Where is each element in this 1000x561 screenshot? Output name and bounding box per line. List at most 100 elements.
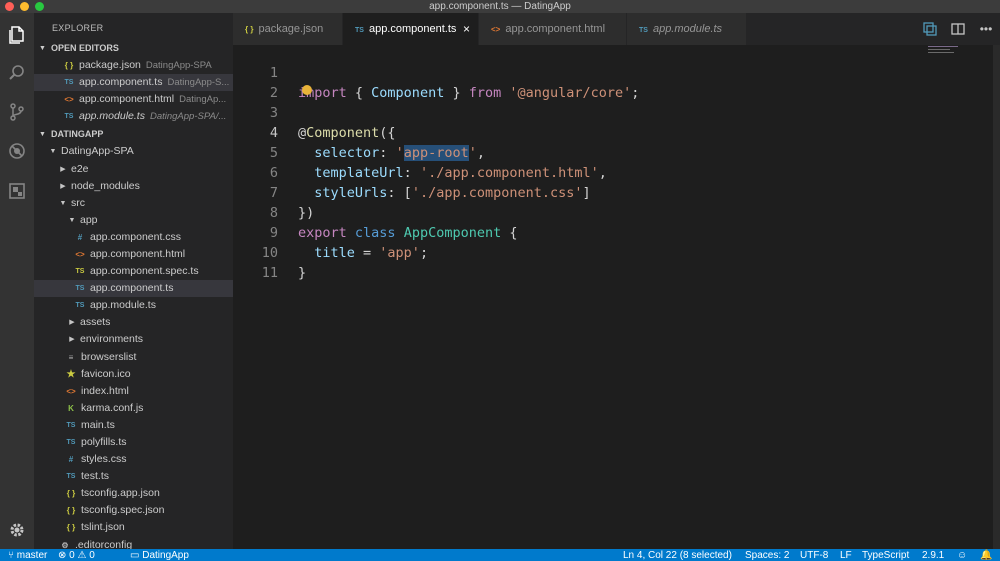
tab-app-component-ts[interactable]: TS app.component.ts × [343, 13, 479, 45]
tree-folder-node-modules[interactable]: ▶ node_modules [34, 178, 233, 195]
css-file-icon: # [68, 455, 74, 465]
json-file-icon: { } [66, 506, 76, 516]
debug-icon[interactable] [5, 139, 29, 163]
open-editor-item[interactable]: <> app.component.html DatingAp... [34, 91, 233, 108]
split-editor-icon[interactable] [950, 21, 966, 37]
json-file-icon: { } [245, 25, 254, 34]
tree-file[interactable]: # styles.css [34, 451, 233, 468]
typescript-file-icon: TS [66, 473, 76, 481]
tab-app-module-ts[interactable]: TS app.module.ts [627, 13, 747, 45]
tree-file[interactable]: ★ favicon.ico [34, 366, 233, 383]
star-icon: ★ [66, 368, 76, 380]
problems-indicator[interactable]: ⊗ 0 ⚠ 0 [58, 549, 95, 561]
chevron-down-icon: ▼ [39, 131, 46, 139]
tree-file[interactable]: ≡ browserslist [34, 349, 233, 366]
html-file-icon: <> [491, 25, 501, 34]
tree-file[interactable]: ⚙ .editorconfig [34, 537, 233, 549]
extensions-icon[interactable] [5, 179, 29, 203]
source-control-icon[interactable] [5, 100, 29, 124]
tree-file[interactable]: TS main.ts [34, 417, 233, 434]
files-icon[interactable] [5, 23, 29, 47]
warning-icon: ⚠ [77, 550, 87, 561]
tree-file[interactable]: <> app.component.html [34, 246, 233, 263]
encoding[interactable]: UTF-8 [800, 549, 828, 561]
search-icon[interactable] [5, 61, 29, 85]
open-editor-item[interactable]: TS app.component.ts DatingApp-S... [34, 74, 233, 92]
tree-file-selected[interactable]: TS app.component.ts [34, 280, 233, 298]
indentation[interactable]: Spaces: 2 [745, 549, 789, 561]
typescript-version[interactable]: 2.9.1 [922, 549, 944, 561]
json-file-icon: { } [66, 489, 76, 499]
chevron-right-icon: ▶ [60, 165, 66, 173]
typescript-file-icon: TS [75, 302, 85, 310]
git-branch-icon: ⑂ [8, 550, 14, 561]
html-file-icon: <> [64, 95, 74, 105]
bell-icon[interactable]: 🔔 [980, 549, 992, 561]
close-icon[interactable]: × [463, 13, 470, 45]
tree-folder-assets[interactable]: ▶ assets [34, 314, 233, 331]
workspace-header[interactable]: ▼ DATINGAPP [34, 126, 233, 143]
open-editor-item[interactable]: TS app.module.ts DatingApp-SPA/... [34, 108, 233, 125]
code-line: 7 }) [269, 185, 315, 221]
cursor-position[interactable]: Ln 4, Col 22 (8 selected) [623, 549, 732, 561]
html-file-icon: <> [75, 249, 85, 259]
tree-file[interactable]: TS app.component.spec.ts [34, 263, 233, 280]
language-mode[interactable]: TypeScript [862, 549, 909, 561]
typescript-file-icon: TS [64, 79, 74, 87]
window-title: app.component.ts — DatingApp [429, 1, 571, 12]
tree-file[interactable]: { } tsconfig.app.json [34, 485, 233, 502]
tree-folder-environments[interactable]: ▶ environments [34, 331, 233, 348]
vertical-scrollbar[interactable] [993, 45, 1000, 549]
more-actions-icon[interactable]: ••• [978, 21, 994, 37]
lightbulb-icon[interactable] [302, 85, 312, 95]
gear-icon[interactable] [5, 518, 29, 542]
tab-app-component-html[interactable]: <> app.component.html [479, 13, 627, 45]
typescript-file-icon: TS [66, 439, 76, 447]
tree-folder-app[interactable]: ▼ app [34, 212, 233, 229]
tree-file[interactable]: { } tslint.json [34, 519, 233, 536]
code-line: 10 } [261, 245, 307, 281]
chevron-down-icon: ▼ [68, 216, 76, 224]
json-file-icon: { } [66, 523, 76, 533]
typescript-file-icon: TS [639, 27, 648, 34]
open-editor-item[interactable]: { } package.json DatingApp-SPA [34, 57, 233, 74]
code-line-current: 4 selector: 'app-root', [269, 125, 486, 161]
typescript-spec-file-icon: TS [75, 268, 85, 276]
activity-bar [0, 13, 34, 549]
tree-folder-e2e[interactable]: ▶ e2e [34, 160, 233, 177]
open-changes-icon[interactable] [922, 21, 938, 37]
code-line: 3 @Component({ [269, 105, 396, 141]
folder-icon: ▭ [130, 550, 140, 561]
minimap[interactable] [928, 46, 960, 54]
code-editor[interactable]: 1 import { Component } from '@angular/co… [233, 45, 1000, 549]
title-bar: app.component.ts — DatingApp [0, 0, 1000, 13]
tree-file[interactable]: <> index.html [34, 383, 233, 400]
workspace-folder[interactable]: ▭ DatingApp [130, 549, 189, 561]
code-line: 8 export class AppComponent { [269, 205, 518, 241]
feedback-icon[interactable]: ☺ [957, 549, 967, 561]
tree-file[interactable]: TS polyfills.ts [34, 434, 233, 451]
tree-file[interactable]: { } tsconfig.spec.json [34, 502, 233, 519]
chevron-right-icon: ▶ [69, 319, 75, 327]
chevron-down-icon: ▼ [59, 199, 67, 207]
gear-file-icon: ⚙ [61, 540, 69, 549]
chevron-right-icon: ▶ [69, 336, 75, 344]
code-line: 11 [261, 265, 278, 281]
tree-folder-datingapp-spa[interactable]: ▼ DatingApp-SPA [34, 143, 233, 160]
tree-file[interactable]: # app.component.css [34, 229, 233, 246]
tree-folder-src[interactable]: ▼ src [34, 195, 233, 212]
branch-indicator[interactable]: ⑂ master [8, 549, 47, 561]
code-line: 5 templateUrl: './app.component.html', [269, 145, 607, 181]
open-editors-header[interactable]: ▼ OPEN EDITORS [34, 40, 233, 57]
html-file-icon: <> [66, 386, 76, 396]
list-file-icon: ≡ [68, 352, 74, 362]
tree-file[interactable]: TS test.ts [34, 468, 233, 485]
tab-package-json[interactable]: { } package.json [233, 13, 343, 45]
tree-file[interactable]: TS app.module.ts [34, 297, 233, 314]
typescript-file-icon: TS [355, 27, 364, 34]
typescript-file-icon: TS [64, 113, 74, 121]
code-line: 2 [269, 85, 278, 101]
tree-file[interactable]: K karma.conf.js [34, 400, 233, 417]
end-of-line[interactable]: LF [840, 549, 852, 561]
code-line: 1 import { Component } from '@angular/co… [269, 65, 640, 101]
